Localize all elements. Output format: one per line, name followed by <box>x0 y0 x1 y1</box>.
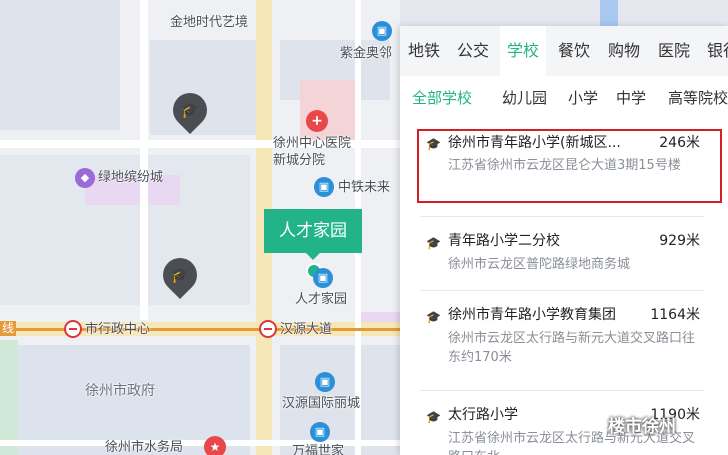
subtab-kindergarten[interactable]: 幼儿园 <box>502 88 547 108</box>
building-icon[interactable]: ▣ <box>372 21 392 41</box>
label-zhongtie[interactable]: 中铁未来 <box>338 180 390 195</box>
metro-station-icon[interactable] <box>259 320 277 338</box>
category-tabs: 地铁 公交 学校 餐饮 购物 医院 银行 <box>400 26 728 76</box>
school-address: 徐州市云龙区太行路与新元大道交叉路口往东约170米 <box>448 331 696 365</box>
water <box>600 0 618 26</box>
hospital-icon[interactable]: + <box>306 110 328 132</box>
list-item[interactable]: 🎓 徐州市青年路小学教育集团 1164米 徐州市云龙区太行路与新元大道交叉路口往… <box>420 290 704 391</box>
building-icon[interactable]: ▣ <box>315 372 335 392</box>
map-block <box>0 340 18 455</box>
label-hanyuan-ave[interactable]: 汉源大道 <box>280 322 332 337</box>
building-icon[interactable]: ▣ <box>310 422 330 442</box>
metro-line <box>0 328 400 331</box>
location-callout[interactable]: 人才家园 <box>264 209 362 260</box>
watermark: 楼市徐州 <box>608 417 676 437</box>
list-item[interactable]: 🎓 青年路小学二分校 929米 徐州市云龙区普陀路绿地商务城 <box>420 216 704 291</box>
star-icon[interactable]: ★ <box>204 436 226 455</box>
label-hospital[interactable]: 徐州中心医院 新城分院 <box>273 135 351 169</box>
tab-bank[interactable]: 银行 <box>707 26 728 76</box>
graduation-cap-icon: 🎓 <box>426 410 441 424</box>
school-distance: 1164米 <box>650 307 700 323</box>
school-address: 徐州市云龙区普陀路绿地商务城 <box>448 257 631 272</box>
label-shizhengfu-zhongxin[interactable]: 市行政中心 <box>85 322 150 337</box>
label-gold-times[interactable]: 金地时代艺境 <box>170 15 248 30</box>
building-icon[interactable]: ▣ <box>314 177 334 197</box>
label-zijin[interactable]: 紫金奥邻 <box>340 46 392 61</box>
map-block <box>300 80 355 140</box>
label-xuzhou-gov: 徐州市政府 <box>85 383 155 399</box>
tab-metro[interactable]: 地铁 <box>408 26 440 76</box>
map-block <box>400 0 728 26</box>
highlight-box <box>417 129 722 203</box>
building-icon[interactable]: ▣ <box>313 268 333 288</box>
school-name[interactable]: 徐州市青年路小学教育集团 <box>448 306 616 325</box>
school-pin-icon[interactable]: 🎓 <box>165 85 215 135</box>
tab-hospital[interactable]: 医院 <box>658 26 690 76</box>
graduation-cap-icon: 🎓 <box>426 236 441 250</box>
nearby-panel: 地铁 公交 学校 餐饮 购物 医院 银行 全部学校 幼儿园 小学 中学 高等院校… <box>400 26 728 455</box>
metro-line-label: 线 <box>2 321 15 335</box>
metro-station-icon[interactable] <box>64 320 82 338</box>
tab-shopping[interactable]: 购物 <box>608 26 640 76</box>
tab-dining[interactable]: 餐饮 <box>558 26 590 76</box>
subtab-primary[interactable]: 小学 <box>568 88 598 108</box>
graduation-cap-icon: 🎓 <box>426 310 441 324</box>
wechat-icon <box>592 414 608 429</box>
label-greenland[interactable]: 绿地缤纷城 <box>98 170 163 185</box>
school-pin-icon[interactable]: 🎓 <box>155 250 205 300</box>
tab-bus[interactable]: 公交 <box>457 26 489 76</box>
road <box>140 0 148 320</box>
subtab-college[interactable]: 高等院校 <box>668 88 728 108</box>
school-name[interactable]: 太行路小学 <box>448 406 518 425</box>
label-tax-bureau[interactable]: 徐州市水务局 <box>105 440 183 455</box>
shopping-icon[interactable]: ◆ <box>75 168 95 188</box>
label-wanfu[interactable]: 万福世家 <box>292 444 344 455</box>
subtab-all-schools[interactable]: 全部学校 <box>412 88 472 108</box>
school-name[interactable]: 青年路小学二分校 <box>448 232 560 251</box>
school-type-tabs: 全部学校 幼儿园 小学 中学 高等院校 <box>400 76 728 120</box>
map-block <box>0 0 120 130</box>
label-hanyuan-intl[interactable]: 汉源国际丽城 <box>282 396 360 411</box>
label-rencai[interactable]: 人才家园 <box>295 292 347 307</box>
school-distance: 929米 <box>659 233 700 249</box>
tab-school[interactable]: 学校 <box>500 26 547 76</box>
subtab-middle[interactable]: 中学 <box>616 88 646 108</box>
